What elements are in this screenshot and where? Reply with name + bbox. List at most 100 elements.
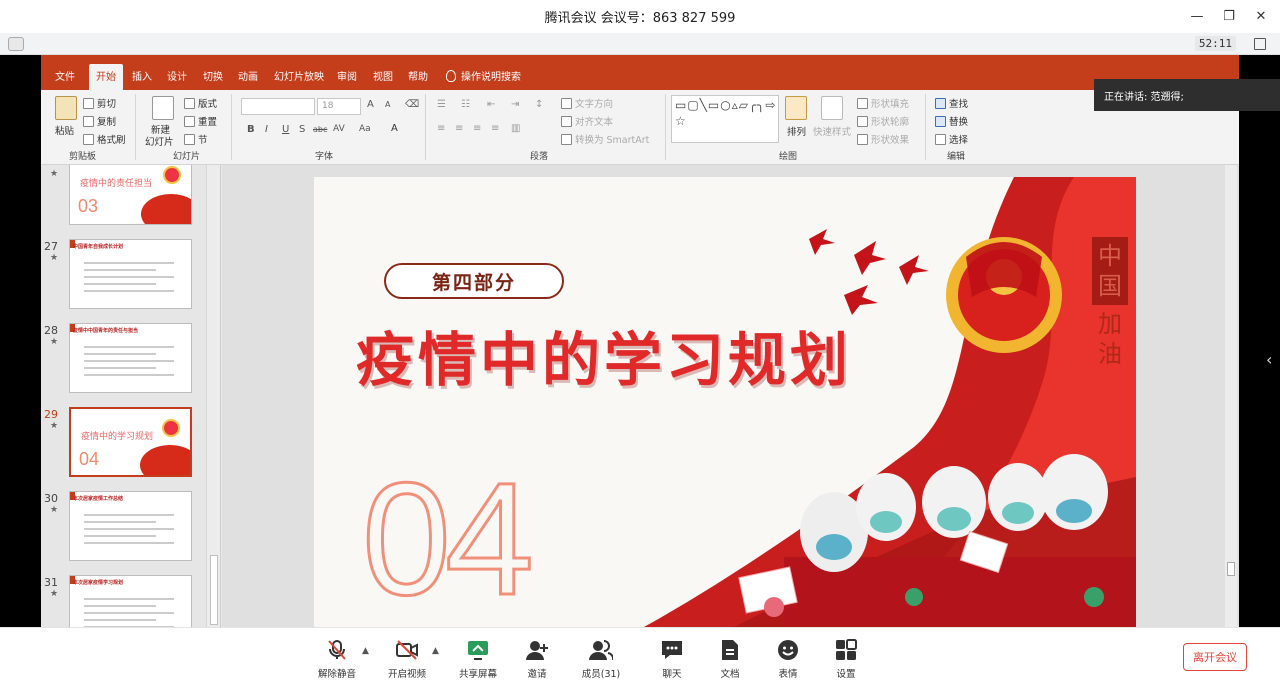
font-name-combo[interactable] [241,98,315,115]
tab-home[interactable]: 开始 [89,64,123,90]
animation-star-icon: ★ [50,337,59,347]
invite-label: 邀请 [527,669,547,680]
indent-decrease-icon[interactable]: ⇤ [487,99,495,110]
arrange-button[interactable]: 排列 [787,124,806,138]
align-text-button[interactable]: 对齐文本 [561,114,613,128]
tab-transitions[interactable]: 切换 [203,68,223,83]
editor-scrollbar[interactable] [1225,165,1237,627]
shape-effects-button[interactable]: 形状效果 [857,132,909,146]
chevron-left-icon[interactable]: ‹ [1266,350,1272,369]
section-button[interactable]: 节 [184,132,208,146]
new-slide-label-2[interactable]: 幻灯片 [145,134,174,148]
align-left-icon[interactable]: ≡ [437,123,445,134]
shadow-button[interactable]: S [299,124,305,135]
settings-label: 设置 [836,669,856,680]
arrange-icon[interactable] [785,96,807,120]
tab-slideshow[interactable]: 幻灯片放映 [274,68,324,83]
justify-icon[interactable]: ≡ [491,123,499,134]
grow-font-button[interactable]: A [367,99,374,110]
underline-button[interactable]: U [282,124,289,135]
align-text-icon [561,115,572,127]
start-video-button[interactable]: 开启视频 [372,638,442,680]
select-button[interactable]: 选择 [935,132,968,146]
settings-button[interactable]: 设置 [811,638,881,680]
format-painter-button[interactable]: 格式刷 [83,132,126,146]
reset-button[interactable]: 重置 [184,114,217,128]
paste-button[interactable]: 粘贴 [55,123,74,137]
search-icon [935,97,946,109]
leave-meeting-button[interactable]: 离开会议 [1183,643,1247,671]
italic-button[interactable]: I [265,124,268,135]
group-label-slides: 幻灯片 [173,152,201,162]
shape-outline-button[interactable]: 形状轮廓 [857,114,909,128]
cut-button[interactable]: 剪切 [83,96,116,110]
tab-insert[interactable]: 插入 [132,68,152,83]
slide-thumbnail[interactable]: 疫情中的责任担当 03 [69,165,192,225]
columns-icon[interactable]: ▥ [511,123,520,134]
tab-help[interactable]: 帮助 [408,68,428,83]
tab-animations[interactable]: 动画 [238,68,258,83]
tab-design[interactable]: 设计 [167,68,187,83]
share-screen-icon [468,641,488,660]
ppt-tab-bar: 文件 开始 插入 设计 切换 动画 幻灯片放映 审阅 视图 帮助 操作说明搜索 [41,55,1239,90]
meeting-title: 腾讯会议 会议号：863 827 599 [544,11,736,26]
align-center-icon[interactable]: ≡ [455,123,463,134]
tab-file[interactable]: 文件 [55,68,75,83]
audio-options-caret[interactable]: ▲ [362,646,369,656]
slide-thumbnail[interactable]: 本次居家疫情学习规划 [69,575,192,627]
copy-button[interactable]: 复制 [83,114,116,128]
tab-view[interactable]: 视图 [373,68,393,83]
indent-increase-icon[interactable]: ⇥ [511,99,519,110]
font-color-button[interactable]: A [391,123,398,134]
cut-label: 剪切 [97,99,117,110]
current-slide[interactable]: 第四部分 疫情中的学习规划 04 中国 加油 [314,177,1136,627]
thumbnail-number-art: 03 [78,196,99,216]
replace-button[interactable]: 替换 [935,114,968,128]
tab-review[interactable]: 审阅 [337,68,357,83]
line-spacing-icon[interactable]: ↕ [535,99,543,110]
thumbnail-text-line [84,535,156,537]
find-button[interactable]: 查找 [935,96,968,110]
scrollbar-thumb[interactable] [210,555,218,625]
invite-button[interactable]: 邀请 [502,638,572,680]
shapes-gallery[interactable]: ▭▢╲▭○▵▱╭╮⇨⇩▵{}☆ [671,95,779,143]
video-options-caret[interactable]: ▲ [432,646,439,656]
close-icon[interactable]: ✕ [1250,6,1272,28]
align-right-icon[interactable]: ≡ [473,123,481,134]
change-case-button[interactable]: Aa [359,124,371,134]
quick-styles-button[interactable]: 快速样式 [813,124,851,138]
members-button[interactable]: 成员(31) [566,638,636,680]
shape-fill-button[interactable]: 形状填充 [857,96,909,110]
thumbnail-text-line [84,346,174,348]
minimize-icon[interactable]: — [1186,6,1208,28]
tell-me-search[interactable]: 操作说明搜索 [446,68,521,83]
layout-button[interactable]: 版式 [184,96,217,110]
invite-icon [526,641,548,660]
thumbnail-scrollbar[interactable] [206,165,220,627]
clear-format-icon[interactable]: ⌫ [405,99,419,110]
new-slide-icon[interactable] [152,96,174,120]
font-size-combo[interactable]: 18 [317,98,361,115]
strikethrough-button[interactable]: abc [313,125,327,134]
bold-button[interactable]: B [247,124,255,135]
shrink-font-button[interactable]: A [385,100,390,109]
scrollbar-thumb[interactable] [1227,562,1235,576]
numbering-icon[interactable]: ☷ [461,99,470,110]
members-label: 成员(31) [581,669,621,680]
slide-thumbnail[interactable]: 疫情中的学习规划 04 [69,407,192,477]
slide-thumbnail[interactable]: 本次居家疫情工作总结 [69,491,192,561]
paste-icon[interactable] [55,96,77,120]
char-spacing-button[interactable]: AV [333,124,345,134]
fullscreen-icon[interactable] [1254,38,1266,50]
unmute-button[interactable]: 解除静音 [302,638,372,680]
text-direction-button[interactable]: 文字方向 [561,96,613,110]
smartart-label: 转换为 SmartArt [575,135,650,146]
restore-icon[interactable]: ❐ [1218,6,1240,28]
slide-thumbnail[interactable]: 疫情中中国青年的责任与担当 [69,323,192,393]
slide-thumbnail[interactable]: 中国青年自我成长计划 [69,239,192,309]
bullets-icon[interactable]: ☰ [437,99,446,110]
quick-styles-icon[interactable] [821,96,843,120]
thumbnail-title: 中国青年自我成长计划 [73,244,124,250]
smartart-button[interactable]: 转换为 SmartArt [561,132,649,146]
security-shield-icon[interactable] [8,37,24,51]
